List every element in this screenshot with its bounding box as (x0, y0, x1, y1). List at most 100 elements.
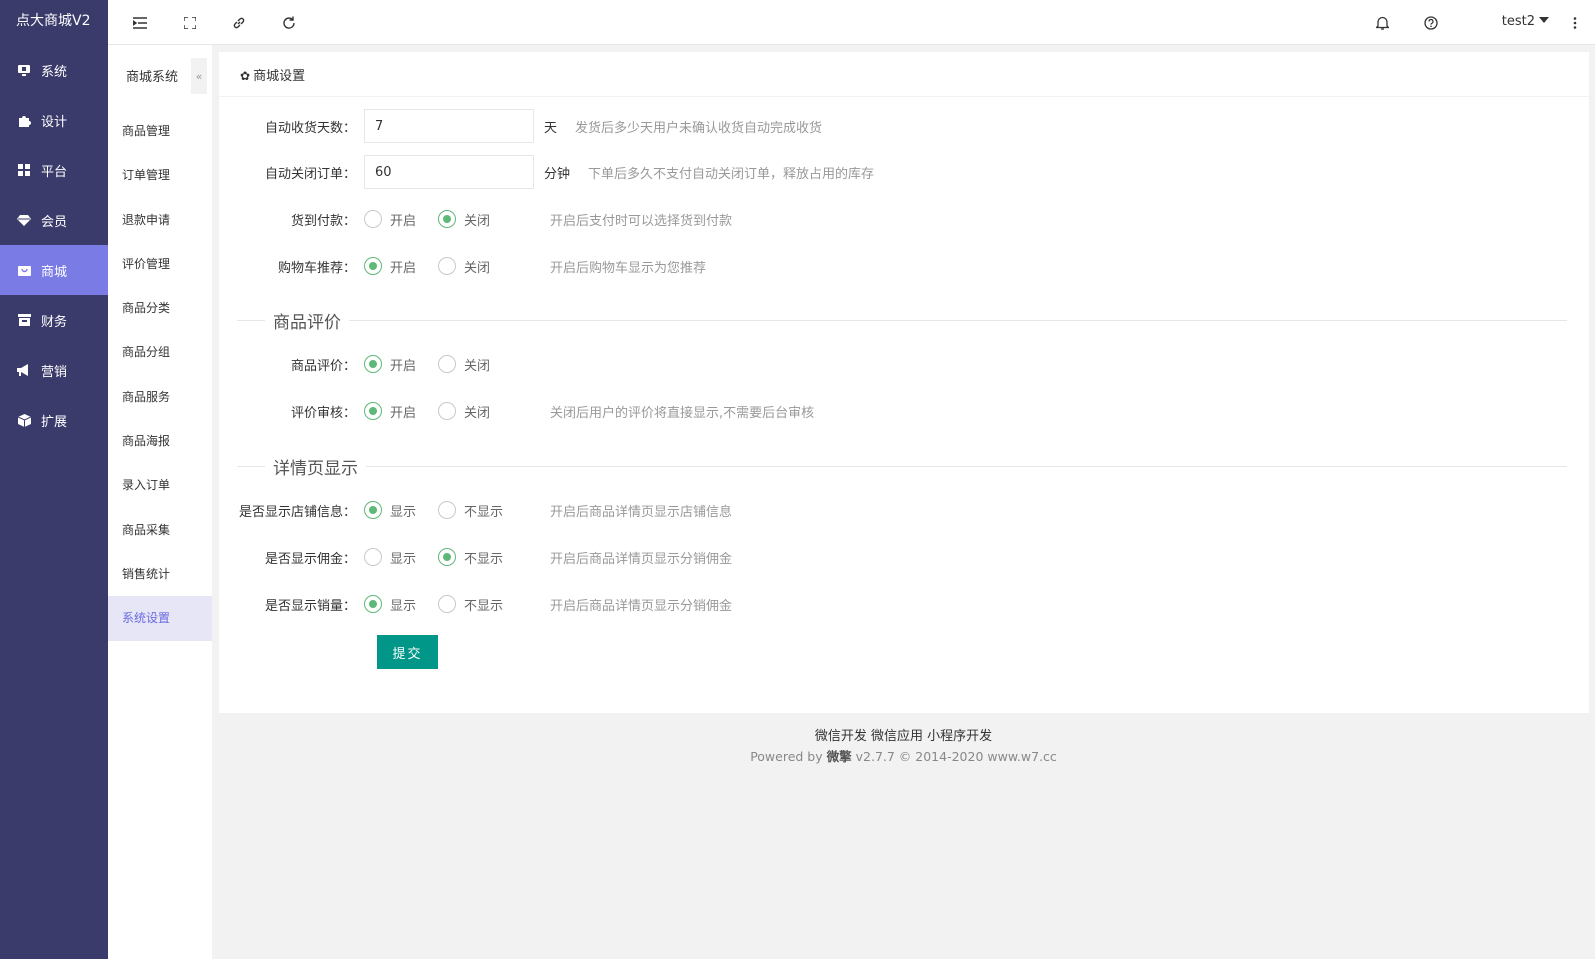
form-row-review-audit: 评价审核： 开启 关闭 关闭后用户的评价将直接显示,不需要后台审核 (219, 394, 814, 428)
footer-powered: Powered by 微擎 v2.7.7 © 2014-2020 www.w7.… (212, 746, 1595, 765)
sidebar-item-system[interactable]: 系统 (0, 45, 108, 95)
app-logo[interactable]: 点大商城V2 (0, 0, 108, 45)
divider-line (237, 465, 265, 467)
link-icon (233, 17, 245, 28)
help-button[interactable] (1407, 0, 1455, 45)
fullscreen-button[interactable] (166, 0, 214, 45)
caret-down-icon (1539, 17, 1549, 23)
sidebar-item-label: 系统 (41, 64, 68, 80)
cube-icon (17, 413, 31, 427)
divider-line (349, 319, 1567, 321)
refresh-icon (283, 16, 295, 29)
radio-option[interactable]: 关闭 (438, 210, 512, 229)
gear-icon: ✿ (240, 69, 251, 83)
collapse-button[interactable]: « (191, 58, 207, 94)
submit-button[interactable]: 提交 (377, 635, 438, 669)
notification-button[interactable] (1358, 0, 1406, 45)
site-link[interactable]: www.w7.cc (987, 749, 1056, 764)
sidebar-item-marketing[interactable]: 营销 (0, 345, 108, 395)
sidebar-item-finance[interactable]: 财务 (0, 295, 108, 345)
sidebar-item-label: 营销 (41, 364, 68, 380)
grid-icon (17, 163, 31, 177)
radio-option[interactable]: 不显示 (438, 501, 512, 520)
subnav-item[interactable]: 商品分组 (108, 330, 212, 374)
radio-circle-icon (438, 210, 456, 228)
form-row-show-shop: 是否显示店铺信息： 显示 不显示 开启后商品详情页显示店铺信息 (219, 493, 732, 527)
radio-option[interactable]: 关闭 (438, 402, 512, 421)
field-tip: 开启后购物车显示为您推荐 (550, 260, 707, 276)
radio-option[interactable]: 关闭 (438, 355, 512, 374)
sidebar-item-platform[interactable]: 平台 (0, 145, 108, 195)
more-button[interactable] (1555, 0, 1595, 45)
footer-links[interactable]: 微信开发 微信应用 小程序开发 (212, 725, 1595, 744)
radio-circle-icon (438, 595, 456, 613)
radio-option[interactable]: 开启 (364, 355, 438, 374)
subnav-item[interactable]: 评价管理 (108, 242, 212, 286)
sub-sidebar: 商城系统 « 商品管理 订单管理 退款申请 评价管理 商品分类 商品分组 商品服务 商品海报录… (108, 45, 212, 959)
refresh-button[interactable] (265, 0, 313, 45)
subnav-item[interactable]: 录入订单 (108, 463, 212, 507)
indent-icon (133, 16, 147, 29)
user-menu[interactable]: test2 (1502, 0, 1549, 45)
radio-option[interactable]: 开启 (364, 210, 438, 229)
sidebar-item-extend[interactable]: 扩展 (0, 395, 108, 445)
section-title: 详情页显示 (273, 458, 358, 479)
radio-option[interactable]: 显示 (364, 501, 438, 520)
menu-toggle-button[interactable] (116, 0, 164, 45)
auto-receive-days-input[interactable] (364, 109, 534, 143)
subnav-item[interactable]: 商品海报 (108, 419, 212, 463)
field-tip: 开启后商品详情页显示店铺信息 (550, 504, 733, 520)
radio-option[interactable]: 开启 (364, 402, 438, 421)
form-row-cart-recommend: 购物车推荐： 开启 关闭 开启后购物车显示为您推荐 (219, 249, 706, 283)
sidebar-item-shop[interactable]: 商城 (0, 245, 108, 295)
radio-circle-icon (364, 210, 382, 228)
field-tip: 开启后商品详情页显示分销佣金 (550, 551, 733, 567)
link-button[interactable] (215, 0, 263, 45)
radio-option[interactable]: 显示 (364, 548, 438, 567)
sidebar-item-member[interactable]: 会员 (0, 195, 108, 245)
radio-circle-icon (438, 548, 456, 566)
divider-line (237, 319, 265, 321)
radio-circle-icon (364, 501, 382, 519)
radio-label: 不显示 (464, 504, 504, 520)
radio-circle-icon (364, 402, 382, 420)
radio-circle-icon (364, 595, 382, 613)
username: test2 (1501, 14, 1535, 29)
auto-close-minutes-input[interactable] (364, 155, 534, 189)
radio-option[interactable]: 开启 (364, 257, 438, 276)
subnav-item[interactable]: 商品服务 (108, 375, 212, 419)
field-label: 货到付款： (290, 213, 356, 229)
wallet-icon (17, 313, 31, 327)
more-vertical-icon (1573, 16, 1577, 29)
sidebar-item-design[interactable]: 设计 (0, 95, 108, 145)
radio-circle-icon (438, 257, 456, 275)
radio-label: 显示 (390, 598, 417, 614)
form-row-show-commission: 是否显示佣金： 显示 不显示 开启后商品详情页显示分销佣金 (219, 540, 732, 574)
section-divider-review: 商品评价 (237, 310, 1567, 333)
subnav-item[interactable]: 商品分类 (108, 286, 212, 330)
unit-label: 天 (544, 120, 558, 136)
subnav-item[interactable]: 系统设置 (108, 596, 212, 641)
subnav-item[interactable]: 商品采集 (108, 508, 212, 552)
subnav-item[interactable]: 商品管理 (108, 109, 212, 153)
radio-option[interactable]: 显示 (364, 595, 438, 614)
radio-label: 开启 (390, 213, 417, 229)
field-tip: 下单后多久不支付自动关闭订单，释放占用的库存 (588, 166, 875, 182)
radio-label: 关闭 (464, 260, 491, 276)
monitor-icon (17, 63, 31, 77)
radio-option[interactable]: 不显示 (438, 548, 512, 567)
footer: 微信开发 微信应用 小程序开发 Powered by 微擎 v2.7.7 © 2… (212, 725, 1595, 765)
radio-circle-icon (438, 355, 456, 373)
unit-label: 分钟 (544, 166, 571, 182)
subnav-item[interactable]: 退款申请 (108, 198, 212, 242)
diamond-icon (17, 213, 31, 227)
radio-option[interactable]: 不显示 (438, 595, 512, 614)
sidebar-item-label: 平台 (41, 164, 68, 180)
settings-card: ✿商城设置 自动收货天数： 天 发货后多少天用户未确认收货自动完成收货 自动关闭… (219, 52, 1589, 713)
radio-option[interactable]: 关闭 (438, 257, 512, 276)
subnav-item[interactable]: 销售统计 (108, 552, 212, 596)
subnav-item[interactable]: 订单管理 (108, 153, 212, 197)
radio-circle-icon (438, 402, 456, 420)
field-label: 是否显示佣金： (264, 551, 356, 567)
brand-link[interactable]: 微擎 (827, 749, 852, 764)
